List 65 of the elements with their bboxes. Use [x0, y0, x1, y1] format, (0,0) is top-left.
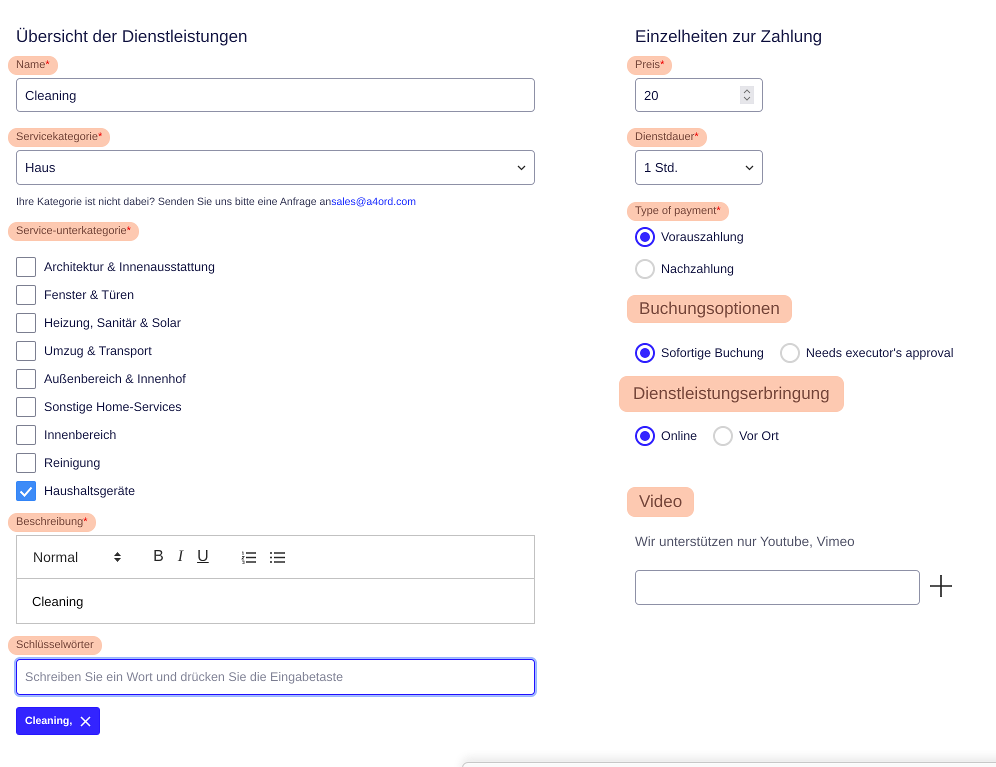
checkbox-label: Reinigung	[44, 456, 100, 470]
bold-button[interactable]: B	[153, 548, 164, 566]
editor-content: Cleaning	[31, 592, 84, 611]
checkbox[interactable]	[16, 257, 36, 277]
field-label: Schlüsselwörter	[8, 636, 102, 655]
email-link[interactable]: sales@a4ord.com	[331, 196, 416, 208]
option-label: Vor Ort	[739, 429, 779, 443]
section-heading: Buchungsoptionen	[627, 295, 792, 323]
stepper-icon[interactable]	[740, 86, 754, 104]
field-label: Service-unterkategorie*	[8, 222, 139, 241]
checkbox-label: Umzug & Transport	[44, 344, 152, 358]
checkbox[interactable]	[16, 285, 36, 305]
name-field[interactable]: Cleaning	[16, 78, 535, 112]
checkbox[interactable]	[16, 453, 36, 473]
checkbox[interactable]	[16, 397, 36, 417]
keyword-tag: Cleaning,	[16, 707, 100, 735]
category-select[interactable]: Haus	[16, 150, 535, 185]
checkbox[interactable]	[16, 369, 36, 389]
checkbox-label: Sonstige Home-Services	[44, 400, 182, 414]
radio-button[interactable]	[635, 227, 655, 247]
close-icon[interactable]	[80, 716, 92, 726]
option-label: Sofortige Buchung	[661, 346, 764, 360]
italic-button[interactable]: I	[178, 548, 184, 566]
option-label: Vorauszahlung	[661, 230, 744, 244]
radio-button[interactable]	[635, 426, 655, 446]
chevron-down-icon	[517, 164, 526, 170]
field-label: Preis*	[627, 56, 672, 75]
checkbox-label: Fenster & Türen	[44, 288, 134, 302]
checkbox[interactable]	[16, 341, 36, 361]
checkbox[interactable]	[16, 425, 36, 445]
chevron-down-icon	[745, 164, 754, 170]
video-url-field[interactable]	[635, 570, 920, 605]
section-title: Übersicht der Dienstleistungen	[16, 26, 249, 48]
option-label: Nachzahlung	[661, 262, 734, 276]
bullet-list-icon[interactable]	[270, 550, 285, 564]
sort-arrows-icon	[114, 551, 122, 563]
underline-button[interactable]: U	[197, 548, 209, 566]
field-label: Type of payment*	[627, 202, 729, 221]
checkbox-label: Außenbereich & Innenhof	[44, 372, 186, 386]
option-label: Needs executor's approval	[806, 346, 954, 360]
checkbox[interactable]	[16, 313, 36, 333]
text-editor[interactable]: Normal B I U Cleaning	[16, 535, 535, 624]
check-icon	[19, 486, 33, 496]
option-label: Online	[661, 429, 698, 443]
section-heading: Dienstleistungserbringung	[619, 376, 844, 412]
field-label: Name*	[8, 56, 58, 75]
checkbox-label: Haushaltsgeräte	[44, 484, 136, 498]
keyword-input[interactable]: Schreiben Sie ein Wort und drücken Sie die Eingabetaste	[16, 659, 535, 695]
field-label: Beschreibung*	[8, 513, 96, 532]
price-field[interactable]: 20	[635, 78, 763, 112]
plus-icon[interactable]	[930, 575, 952, 597]
checkbox-label: Heizung, Sanitär & Solar	[44, 316, 181, 330]
hint-text: Ihre Kategorie ist nicht dabei? Senden Sie uns bitte eine Anfrage ansales@a4ord.com	[16, 196, 418, 208]
style-select[interactable]: Normal	[33, 549, 122, 565]
section-heading: Video	[627, 487, 694, 517]
field-label: Dienstdauer*	[627, 128, 707, 147]
checkbox-label: Innenbereich	[44, 428, 116, 442]
field-label: Servicekategorie*	[8, 128, 110, 147]
section-title: Einzelheiten zur Zahlung	[635, 26, 824, 48]
video-note: Wir unterstützen nur Youtube, Vimeo	[635, 534, 856, 549]
checkbox-label: Architektur & Innenausstattung	[44, 260, 215, 274]
duration-select[interactable]: 1 Std.	[635, 150, 763, 185]
checkbox[interactable]	[16, 481, 36, 501]
radio-button[interactable]	[635, 343, 655, 363]
numbered-list-icon[interactable]	[240, 550, 256, 564]
